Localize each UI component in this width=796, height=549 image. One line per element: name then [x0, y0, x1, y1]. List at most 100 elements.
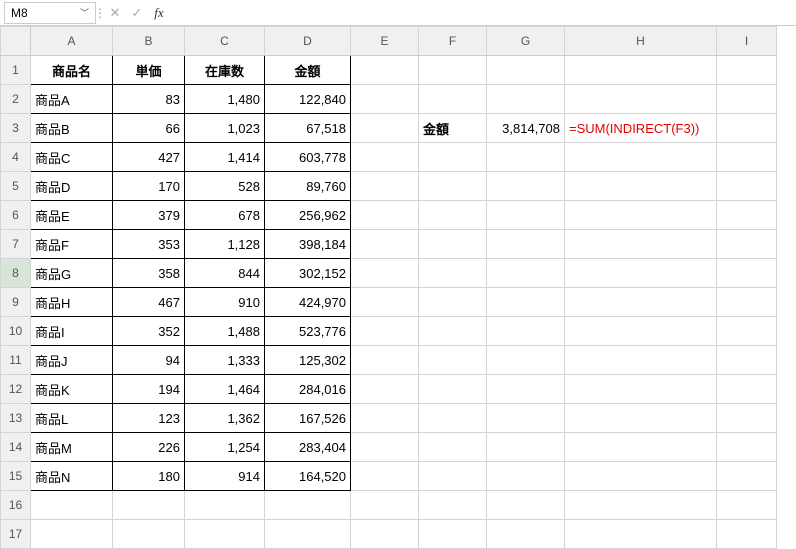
cell-amount[interactable]: 603,778	[265, 143, 351, 172]
cell-stock[interactable]: 1,023	[185, 114, 265, 143]
col-header-A[interactable]: A	[31, 27, 113, 56]
cell[interactable]	[717, 433, 777, 462]
cell[interactable]	[717, 520, 777, 549]
cell[interactable]	[717, 491, 777, 520]
cell[interactable]	[717, 143, 777, 172]
cell[interactable]	[487, 491, 565, 520]
cell[interactable]	[419, 230, 487, 259]
row-header-16[interactable]: 16	[1, 491, 31, 520]
cell-name[interactable]: 商品M	[31, 433, 113, 462]
cell[interactable]	[265, 520, 351, 549]
cell[interactable]	[351, 143, 419, 172]
cell[interactable]	[419, 404, 487, 433]
cell-stock[interactable]: 1,464	[185, 375, 265, 404]
cell[interactable]	[565, 143, 717, 172]
cell-amount[interactable]: 424,970	[265, 288, 351, 317]
cell-name[interactable]: 商品B	[31, 114, 113, 143]
cell[interactable]	[717, 230, 777, 259]
cell-price[interactable]: 83	[113, 85, 185, 114]
cell[interactable]	[351, 433, 419, 462]
cell[interactable]	[351, 462, 419, 491]
cell[interactable]	[717, 56, 777, 85]
cell[interactable]	[487, 317, 565, 346]
cell[interactable]	[565, 520, 717, 549]
cell[interactable]	[351, 85, 419, 114]
cell[interactable]	[419, 462, 487, 491]
col-header-E[interactable]: E	[351, 27, 419, 56]
cell-price[interactable]: 358	[113, 259, 185, 288]
cell[interactable]	[717, 404, 777, 433]
cell-amount[interactable]: 283,404	[265, 433, 351, 462]
cell-price[interactable]: 194	[113, 375, 185, 404]
cell[interactable]	[565, 259, 717, 288]
cell[interactable]	[717, 85, 777, 114]
cell-price[interactable]: 427	[113, 143, 185, 172]
row-header-1[interactable]: 1	[1, 56, 31, 85]
cell[interactable]	[487, 462, 565, 491]
row-header-6[interactable]: 6	[1, 201, 31, 230]
cell[interactable]	[717, 346, 777, 375]
cell-price[interactable]: 66	[113, 114, 185, 143]
cell[interactable]	[419, 259, 487, 288]
cell[interactable]	[487, 85, 565, 114]
row-header-2[interactable]: 2	[1, 85, 31, 114]
row-header-5[interactable]: 5	[1, 172, 31, 201]
cell[interactable]	[487, 230, 565, 259]
cell-name[interactable]: 商品N	[31, 462, 113, 491]
cell[interactable]	[419, 201, 487, 230]
cell[interactable]	[351, 230, 419, 259]
cell-name[interactable]: 商品K	[31, 375, 113, 404]
col-header-I[interactable]: I	[717, 27, 777, 56]
cell-stock[interactable]: 678	[185, 201, 265, 230]
header-stock[interactable]: 在庫数	[185, 56, 265, 85]
cell[interactable]	[487, 172, 565, 201]
cell-amount[interactable]: 67,518	[265, 114, 351, 143]
cell-name[interactable]: 商品A	[31, 85, 113, 114]
cell-name[interactable]: 商品J	[31, 346, 113, 375]
cell-amount[interactable]: 398,184	[265, 230, 351, 259]
cell[interactable]	[419, 143, 487, 172]
cell-stock[interactable]: 1,254	[185, 433, 265, 462]
cell[interactable]	[113, 520, 185, 549]
cell-amount[interactable]: 89,760	[265, 172, 351, 201]
cell[interactable]	[717, 201, 777, 230]
cell-stock[interactable]: 844	[185, 259, 265, 288]
cell-name[interactable]: 商品E	[31, 201, 113, 230]
cell-stock[interactable]: 1,414	[185, 143, 265, 172]
cell-stock[interactable]: 1,333	[185, 346, 265, 375]
cell-price[interactable]: 379	[113, 201, 185, 230]
cell[interactable]	[565, 433, 717, 462]
cell[interactable]: 金額	[419, 114, 487, 143]
cell-amount[interactable]: 302,152	[265, 259, 351, 288]
row-header-9[interactable]: 9	[1, 288, 31, 317]
header-name[interactable]: 商品名	[31, 56, 113, 85]
cell[interactable]	[351, 56, 419, 85]
cell[interactable]	[185, 491, 265, 520]
cell[interactable]	[717, 172, 777, 201]
cell-name[interactable]: 商品F	[31, 230, 113, 259]
cell[interactable]	[717, 288, 777, 317]
cell[interactable]	[717, 317, 777, 346]
col-header-G[interactable]: G	[487, 27, 565, 56]
cell[interactable]	[419, 433, 487, 462]
cell-stock[interactable]: 1,362	[185, 404, 265, 433]
cell-amount[interactable]: 167,526	[265, 404, 351, 433]
row-header-8[interactable]: 8	[1, 259, 31, 288]
cell[interactable]	[487, 288, 565, 317]
cell-stock[interactable]: 914	[185, 462, 265, 491]
cell-price[interactable]: 467	[113, 288, 185, 317]
cell[interactable]	[351, 346, 419, 375]
cell[interactable]	[351, 404, 419, 433]
col-header-D[interactable]: D	[265, 27, 351, 56]
cell[interactable]	[717, 259, 777, 288]
cell-stock[interactable]: 910	[185, 288, 265, 317]
row-header-3[interactable]: 3	[1, 114, 31, 143]
cell[interactable]	[351, 491, 419, 520]
cell[interactable]	[31, 520, 113, 549]
header-price[interactable]: 単価	[113, 56, 185, 85]
cell[interactable]	[487, 433, 565, 462]
cell[interactable]	[419, 56, 487, 85]
cell[interactable]	[419, 172, 487, 201]
cell-stock[interactable]: 1,128	[185, 230, 265, 259]
cell[interactable]	[565, 85, 717, 114]
